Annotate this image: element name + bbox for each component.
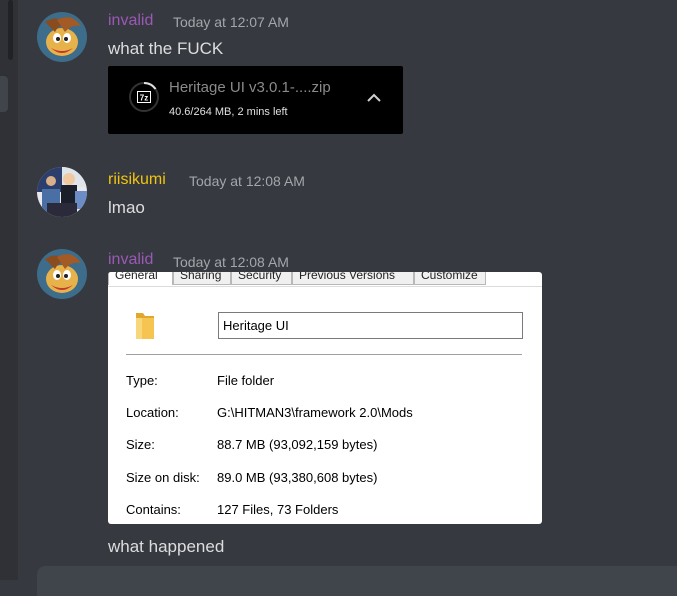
location-label: Location: (126, 405, 179, 420)
message-text: what the FUCK (108, 39, 224, 58)
message-text: what happened (108, 537, 225, 556)
username[interactable]: invalid (108, 12, 153, 30)
avatar[interactable] (37, 12, 87, 62)
type-label: Type: (126, 373, 158, 388)
chevron-up-icon[interactable] (366, 93, 382, 103)
contains-label: Contains: (126, 502, 181, 517)
size-on-disk-label: Size on disk: (126, 470, 200, 485)
avatar[interactable] (37, 167, 87, 217)
download-progress-ring: 7z (129, 82, 159, 112)
message-input-bar[interactable] (37, 566, 677, 596)
tab-general: General (108, 272, 173, 285)
server-indicator[interactable] (0, 76, 8, 112)
timestamp: Today at 12:07 AM (173, 14, 289, 30)
scrollbar-thumb[interactable] (8, 0, 13, 60)
rayman-avatar-icon (37, 12, 87, 62)
location-value: G:\HITMAN3\framework 2.0\Mods (217, 405, 413, 420)
tab-sharing: Sharing (173, 272, 231, 285)
size-value: 88.7 MB (93,092,159 bytes) (217, 437, 378, 452)
7zip-icon: 7z (140, 94, 148, 103)
username[interactable]: riisikumi (108, 171, 166, 189)
folder-icon (136, 313, 154, 339)
message-text: lmao (108, 198, 145, 217)
rayman-avatar-icon (37, 249, 87, 299)
channel-sidebar-edge (0, 0, 18, 580)
tab-security: Security (231, 272, 292, 285)
type-value: File folder (217, 373, 275, 388)
download-card[interactable]: 7z Heritage UI v3.0.1-....zip 40.6/264 M… (108, 66, 403, 134)
tab-previous-versions: Previous Versions (292, 272, 414, 285)
tab-divider (108, 286, 542, 287)
timestamp: Today at 12:08 AM (189, 173, 305, 189)
divider (126, 354, 522, 355)
properties-screenshot[interactable]: General Sharing Security Previous Versio… (108, 272, 542, 524)
tab-customize: Customize (414, 272, 486, 285)
collage-avatar-icon (37, 167, 87, 217)
timestamp: Today at 12:08 AM (173, 254, 289, 270)
username[interactable]: invalid (108, 251, 153, 269)
size-label: Size: (126, 437, 155, 452)
size-on-disk-value: 89.0 MB (93,380,608 bytes) (217, 470, 378, 485)
download-status: 40.6/264 MB, 2 mins left (169, 106, 288, 118)
contains-value: 127 Files, 73 Folders (217, 502, 339, 517)
avatar[interactable] (37, 249, 87, 299)
download-filename: Heritage UI v3.0.1-....zip (169, 79, 331, 96)
folder-name-field: Heritage UI (218, 312, 523, 339)
